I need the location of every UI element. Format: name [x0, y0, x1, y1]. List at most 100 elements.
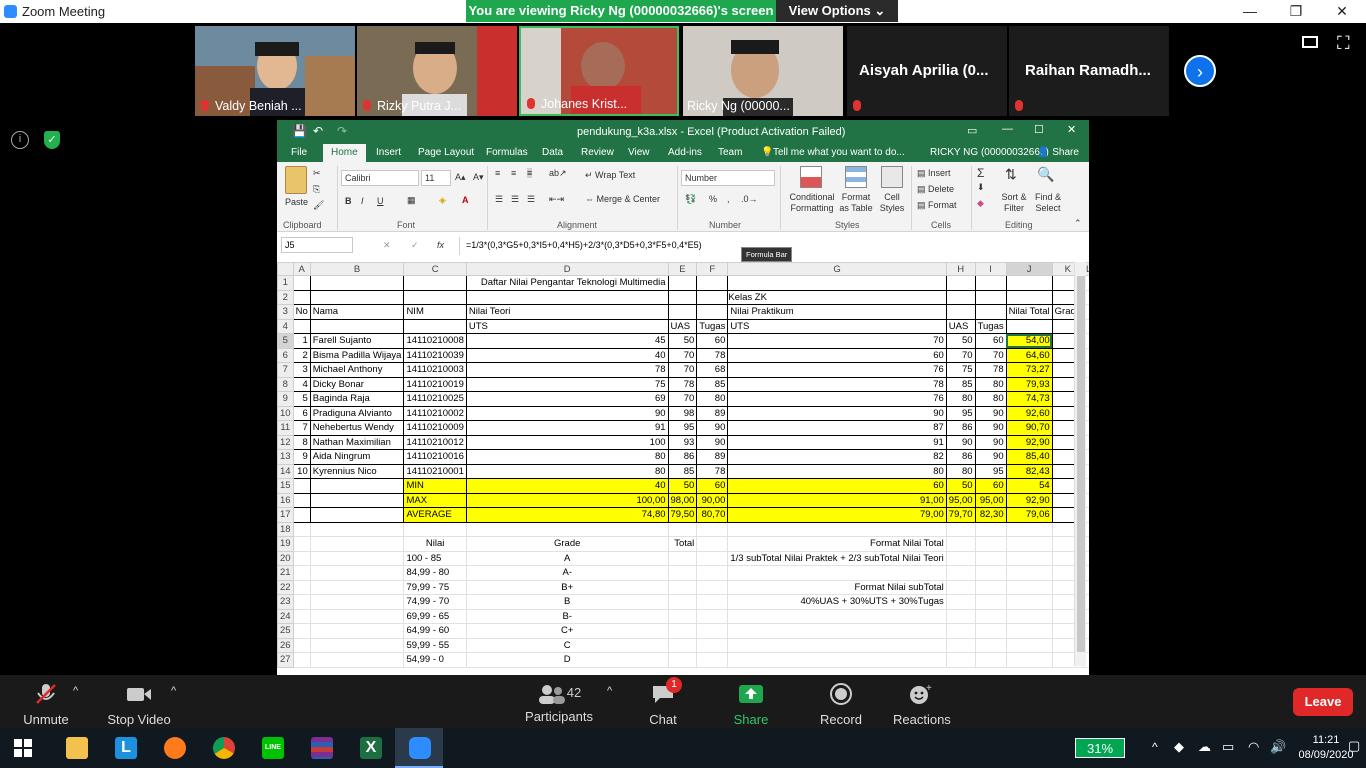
- record-button[interactable]: Record: [818, 683, 864, 727]
- stop-video-button[interactable]: Stop Video: [106, 683, 172, 727]
- row-header[interactable]: 16: [277, 492, 294, 508]
- cell[interactable]: AVERAGE: [403, 507, 467, 523]
- autosum-icon[interactable]: Σ: [977, 166, 984, 180]
- merge-center-button[interactable]: ⇔ Merge & Center: [585, 194, 660, 204]
- cell[interactable]: 90: [974, 405, 1007, 421]
- cell[interactable]: 89: [696, 449, 729, 465]
- row-header[interactable]: 18: [277, 521, 294, 537]
- cell[interactable]: 60: [696, 478, 729, 494]
- cell[interactable]: [696, 623, 729, 639]
- cell[interactable]: 90: [974, 434, 1007, 450]
- cell[interactable]: [1005, 594, 1053, 610]
- cell[interactable]: 90: [465, 405, 669, 421]
- cell[interactable]: Farell Sujanto: [309, 333, 405, 349]
- cell[interactable]: 70: [667, 362, 698, 378]
- volume-icon[interactable]: 🔊: [1270, 739, 1286, 755]
- cell[interactable]: [1005, 318, 1053, 334]
- cell[interactable]: Total: [667, 536, 698, 552]
- cell[interactable]: 90: [696, 420, 729, 436]
- cell[interactable]: 89: [696, 405, 729, 421]
- find-select-button[interactable]: Find & Select: [1031, 192, 1065, 214]
- cell[interactable]: [1005, 637, 1053, 653]
- cell[interactable]: 10: [292, 463, 311, 479]
- cell[interactable]: [309, 536, 405, 552]
- info-icon[interactable]: i: [11, 131, 29, 149]
- cell[interactable]: [309, 579, 405, 595]
- cell[interactable]: No: [292, 304, 311, 320]
- cell[interactable]: Format Nilai subTotal: [727, 579, 947, 595]
- cell[interactable]: [292, 536, 311, 552]
- cell[interactable]: 92,60: [1005, 405, 1053, 421]
- tab-formulas[interactable]: Formulas: [486, 147, 528, 158]
- cell[interactable]: 78: [667, 376, 698, 392]
- row-header[interactable]: 20: [277, 550, 294, 566]
- cell[interactable]: UTS: [465, 318, 669, 334]
- cell[interactable]: 74,80: [465, 507, 669, 523]
- cell[interactable]: 7: [292, 420, 311, 436]
- cell[interactable]: 14110210025: [403, 391, 467, 407]
- cell[interactable]: [1005, 565, 1053, 581]
- wrap-text-button[interactable]: ↵ Wrap Text: [585, 170, 635, 181]
- cell[interactable]: 98,00: [667, 492, 698, 508]
- cell[interactable]: 85,40: [1005, 449, 1053, 465]
- cell[interactable]: 60: [974, 478, 1007, 494]
- bold-icon[interactable]: B: [345, 196, 352, 206]
- cell[interactable]: [403, 289, 467, 305]
- cell[interactable]: 2: [292, 347, 311, 363]
- cell[interactable]: 91,00: [727, 492, 947, 508]
- align-right-icon[interactable]: ☰: [527, 194, 535, 205]
- notifications-icon[interactable]: ▢: [1348, 738, 1360, 754]
- cell[interactable]: Bisma Padilla Wijaya: [309, 347, 405, 363]
- cell[interactable]: 85: [696, 376, 729, 392]
- cell[interactable]: Michael Anthony: [309, 362, 405, 378]
- cell[interactable]: [403, 318, 467, 334]
- cell[interactable]: [974, 289, 1007, 305]
- cell[interactable]: 86: [667, 449, 698, 465]
- tab-home[interactable]: Home: [323, 144, 366, 162]
- cell[interactable]: 78: [465, 362, 669, 378]
- cell[interactable]: [292, 507, 311, 523]
- cell[interactable]: [1005, 521, 1053, 537]
- fill-color-icon[interactable]: ◈: [439, 195, 446, 206]
- cell[interactable]: [465, 289, 669, 305]
- cell[interactable]: 80: [945, 463, 976, 479]
- tell-me-box[interactable]: Tell me what you want to do...: [773, 147, 905, 158]
- currency-icon[interactable]: 💱: [685, 194, 696, 205]
- row-header[interactable]: 7: [277, 362, 294, 378]
- cell[interactable]: [292, 521, 311, 537]
- cell[interactable]: [309, 507, 405, 523]
- fullscreen-icon[interactable]: ⛶: [1337, 33, 1350, 54]
- dropbox-icon[interactable]: ◆: [1174, 739, 1184, 755]
- cell[interactable]: [1005, 652, 1053, 668]
- cell[interactable]: 95: [945, 405, 976, 421]
- cell[interactable]: [974, 594, 1007, 610]
- cell[interactable]: 82,30: [974, 507, 1007, 523]
- cell[interactable]: [696, 637, 729, 653]
- cell[interactable]: 76: [727, 391, 947, 407]
- restore-button[interactable]: ❐: [1273, 0, 1319, 23]
- cell[interactable]: [667, 289, 698, 305]
- cell[interactable]: 85: [945, 376, 976, 392]
- cell[interactable]: 54,00: [1005, 333, 1053, 349]
- cell[interactable]: [974, 637, 1007, 653]
- row-header[interactable]: 19: [277, 536, 294, 552]
- cell[interactable]: 80: [465, 449, 669, 465]
- cell[interactable]: Aida Ningrum: [309, 449, 405, 465]
- undo-icon[interactable]: ↶: [313, 124, 323, 138]
- row-header[interactable]: 8: [277, 376, 294, 392]
- participant-tile[interactable]: Rizky Putra J...: [357, 26, 517, 116]
- cell[interactable]: [1005, 536, 1053, 552]
- cell[interactable]: [667, 275, 698, 291]
- cell[interactable]: A: [465, 550, 669, 566]
- cell[interactable]: UTS: [727, 318, 947, 334]
- cell[interactable]: [309, 492, 405, 508]
- clear-icon[interactable]: ◆: [977, 198, 984, 209]
- cell[interactable]: [945, 637, 976, 653]
- cell[interactable]: 50: [945, 333, 976, 349]
- cell[interactable]: 70: [667, 391, 698, 407]
- row-header[interactable]: 17: [277, 507, 294, 523]
- cell[interactable]: [292, 550, 311, 566]
- cell[interactable]: 40: [465, 478, 669, 494]
- row-header[interactable]: 11: [277, 420, 294, 436]
- cell[interactable]: [696, 565, 729, 581]
